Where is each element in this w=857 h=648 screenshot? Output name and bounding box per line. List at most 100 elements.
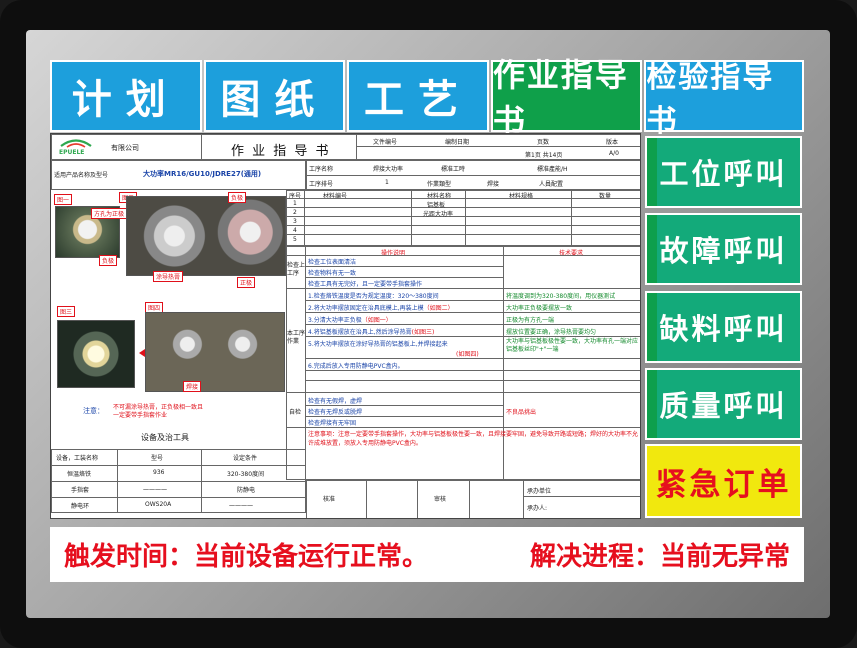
note-negative-2: 负极 [228, 192, 247, 203]
check-label: 检查上工序 [287, 262, 306, 277]
work-type-value: 焊接 [487, 181, 500, 188]
step-text: 4.将铝基板摆放在治具上,然后涂导热膏(如图三) [308, 327, 434, 336]
fig4-photo [145, 312, 285, 392]
divider [356, 146, 640, 147]
work-name-value: 焊接大功率 [373, 166, 404, 173]
divider [305, 358, 640, 359]
step-text: 2.将大功率摆放固定在治具底模上,再装上模（如图二） [308, 303, 454, 312]
divider [201, 134, 202, 160]
step-note: (如图三) [411, 329, 435, 336]
quality-call-button[interactable]: 质量呼叫 [645, 368, 802, 440]
divider [286, 288, 640, 289]
equip-model: 一一一一 [143, 487, 168, 494]
date-label: 编制日期 [445, 139, 470, 146]
step-text: 6.完成后放入专用防静电PVC盒内。 [308, 363, 404, 370]
divider [305, 416, 503, 417]
divider [305, 277, 503, 278]
work-seq-label: 工序排号 [309, 181, 334, 188]
review-label: 审核 [434, 496, 447, 503]
material-call-button[interactable]: 缺料呼叫 [645, 291, 802, 363]
divider [51, 465, 306, 466]
mat-row-no: 5 [293, 236, 297, 243]
work-name-label: 工序名称 [309, 166, 334, 173]
nav-plan-button[interactable]: 计划 [50, 60, 202, 132]
equip-name: 恒温烙铁 [67, 471, 92, 478]
issuer-label: 承办人: [527, 505, 548, 512]
equip-cond: 320-380度间 [227, 471, 265, 478]
nav-drawing-button[interactable]: 图纸 [203, 60, 346, 132]
divider [469, 480, 470, 518]
status-bar: 触发时间：当前设备运行正常。 解决进程：当前无异常 [50, 527, 804, 582]
divider [417, 480, 418, 518]
mat-row-no: 4 [293, 227, 297, 234]
step-text: 3.分清大功率正负极（如图一） [308, 315, 392, 324]
note-negative: 负极 [99, 255, 118, 266]
divider [286, 225, 640, 226]
resolution-progress-text: 解决进程：当前无异常 [529, 542, 790, 572]
top-nav: 计划 图纸 工艺 作业指导书 检验指导书 [50, 56, 805, 140]
step-text-main: 2.将大功率摆放固定在治具底模上,再装上模 [308, 305, 424, 312]
fig3-photo [57, 320, 135, 388]
fig2-photo [126, 196, 286, 276]
step-text: 5.将大功率摆放在涂好导热膏的铝基板上,并焊接起来 [308, 341, 448, 348]
station-call-button[interactable]: 工位呼叫 [645, 136, 802, 208]
nav-process-button[interactable]: 工艺 [347, 60, 489, 132]
version-value: A/0 [609, 150, 619, 157]
divider [356, 134, 357, 160]
divider [305, 336, 640, 337]
issue-unit-label: 承办单位 [527, 488, 552, 495]
divider [571, 190, 572, 246]
divider [523, 480, 524, 518]
divider [286, 392, 640, 393]
mat-row-no: 2 [293, 209, 297, 216]
equip-name: 静电环 [71, 503, 90, 510]
divider [304, 190, 305, 246]
step-note: (如图四) [456, 351, 479, 358]
doc-title: 作 业 指 导 书 [231, 144, 331, 159]
work-label: 本工序作業 [287, 330, 306, 345]
divider [305, 405, 503, 406]
equip-model: OWS20A [145, 501, 172, 508]
divider [286, 234, 640, 235]
divider [286, 216, 640, 217]
divider [305, 380, 640, 381]
self-check-item: 检查焊接有无牢固 [308, 420, 357, 427]
equip-header-name: 设备，工装名称 [56, 455, 99, 462]
urgent-order-button[interactable]: 紧急订单 [645, 444, 802, 518]
pages-value: 第1页 共14页 [525, 152, 563, 159]
step-req: 大功率正负极要摆放一致 [506, 305, 573, 312]
divider [411, 190, 412, 246]
divider [286, 427, 640, 428]
product-label: 适用产品名称及型号 [54, 172, 109, 179]
step-note: （如图二） [423, 305, 454, 312]
trigger-time-text: 触发时间：当前设备运行正常。 [64, 542, 429, 572]
equip-model: 936 [153, 469, 165, 476]
step-req: 大功率与铝基板极性要一致，大功率有孔一端对应铝基板丝印"+"一端 [506, 338, 639, 353]
self-check-label: 自检 [289, 409, 302, 416]
divider [305, 370, 640, 371]
notice-text: 不可漏涂导热膏，正负极相一致且一定要带手指套作业 [113, 404, 204, 419]
pages-label: 页数 [537, 139, 550, 146]
nav-work-instruction-button[interactable]: 作业指导书 [490, 56, 643, 140]
fault-call-button[interactable]: 故障呼叫 [645, 213, 802, 285]
divider [366, 480, 367, 518]
divider [465, 190, 466, 246]
nav-inspection-instruction-button[interactable]: 检验指导书 [644, 60, 805, 139]
work-instruction-document: EPUELE 有限公司 作 业 指 导 书 文件编号 编制日期 页数 版本 第1… [50, 133, 641, 519]
company-logo: EPUELE [57, 137, 95, 157]
std-output-label: 標准產能/H [537, 166, 568, 173]
work-seq-value: 1 [385, 179, 389, 186]
file-no-label: 文件编号 [373, 139, 398, 146]
notice-label: 注意： [83, 407, 104, 415]
mat-row-name: 铝基板 [427, 202, 446, 209]
mat-row-no: 1 [293, 200, 297, 207]
divider [51, 481, 306, 482]
check-item: 检查工具有无完好，且一定要带手指套操作 [308, 281, 423, 288]
divider [305, 312, 640, 313]
divider [286, 207, 640, 208]
equip-cond: 一一一一 [229, 503, 254, 510]
equip-header-model: 型号 [151, 455, 164, 462]
company-name: 有限公司 [111, 144, 139, 152]
approve-label: 核准 [323, 496, 336, 503]
check-item: 检查工位表面清洁 [308, 259, 357, 266]
